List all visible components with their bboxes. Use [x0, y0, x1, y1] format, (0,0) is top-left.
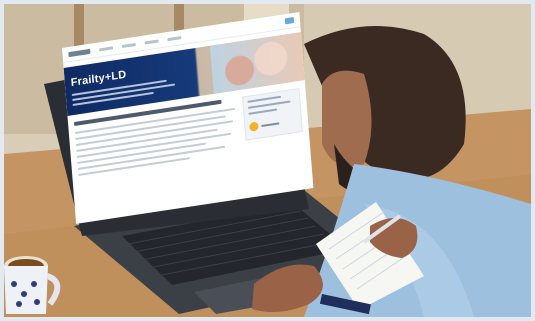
- article-text-line: [75, 120, 233, 147]
- nav-item: [121, 42, 136, 48]
- card-label-line: [261, 122, 280, 127]
- nav-item: [167, 35, 182, 41]
- sidebar-card: [242, 87, 303, 141]
- card-text-line: [248, 108, 277, 115]
- mug-body: [4, 266, 48, 314]
- photo-frame: Frailty+LD: [0, 0, 535, 321]
- person-face: [322, 70, 372, 167]
- site-logo: [68, 48, 91, 57]
- nav-item: [144, 38, 159, 45]
- laptop-screen: Frailty+LD: [62, 12, 314, 224]
- nav-item: [99, 45, 114, 51]
- circle-icon: [249, 121, 259, 133]
- accessibility-badge-icon: [284, 17, 295, 25]
